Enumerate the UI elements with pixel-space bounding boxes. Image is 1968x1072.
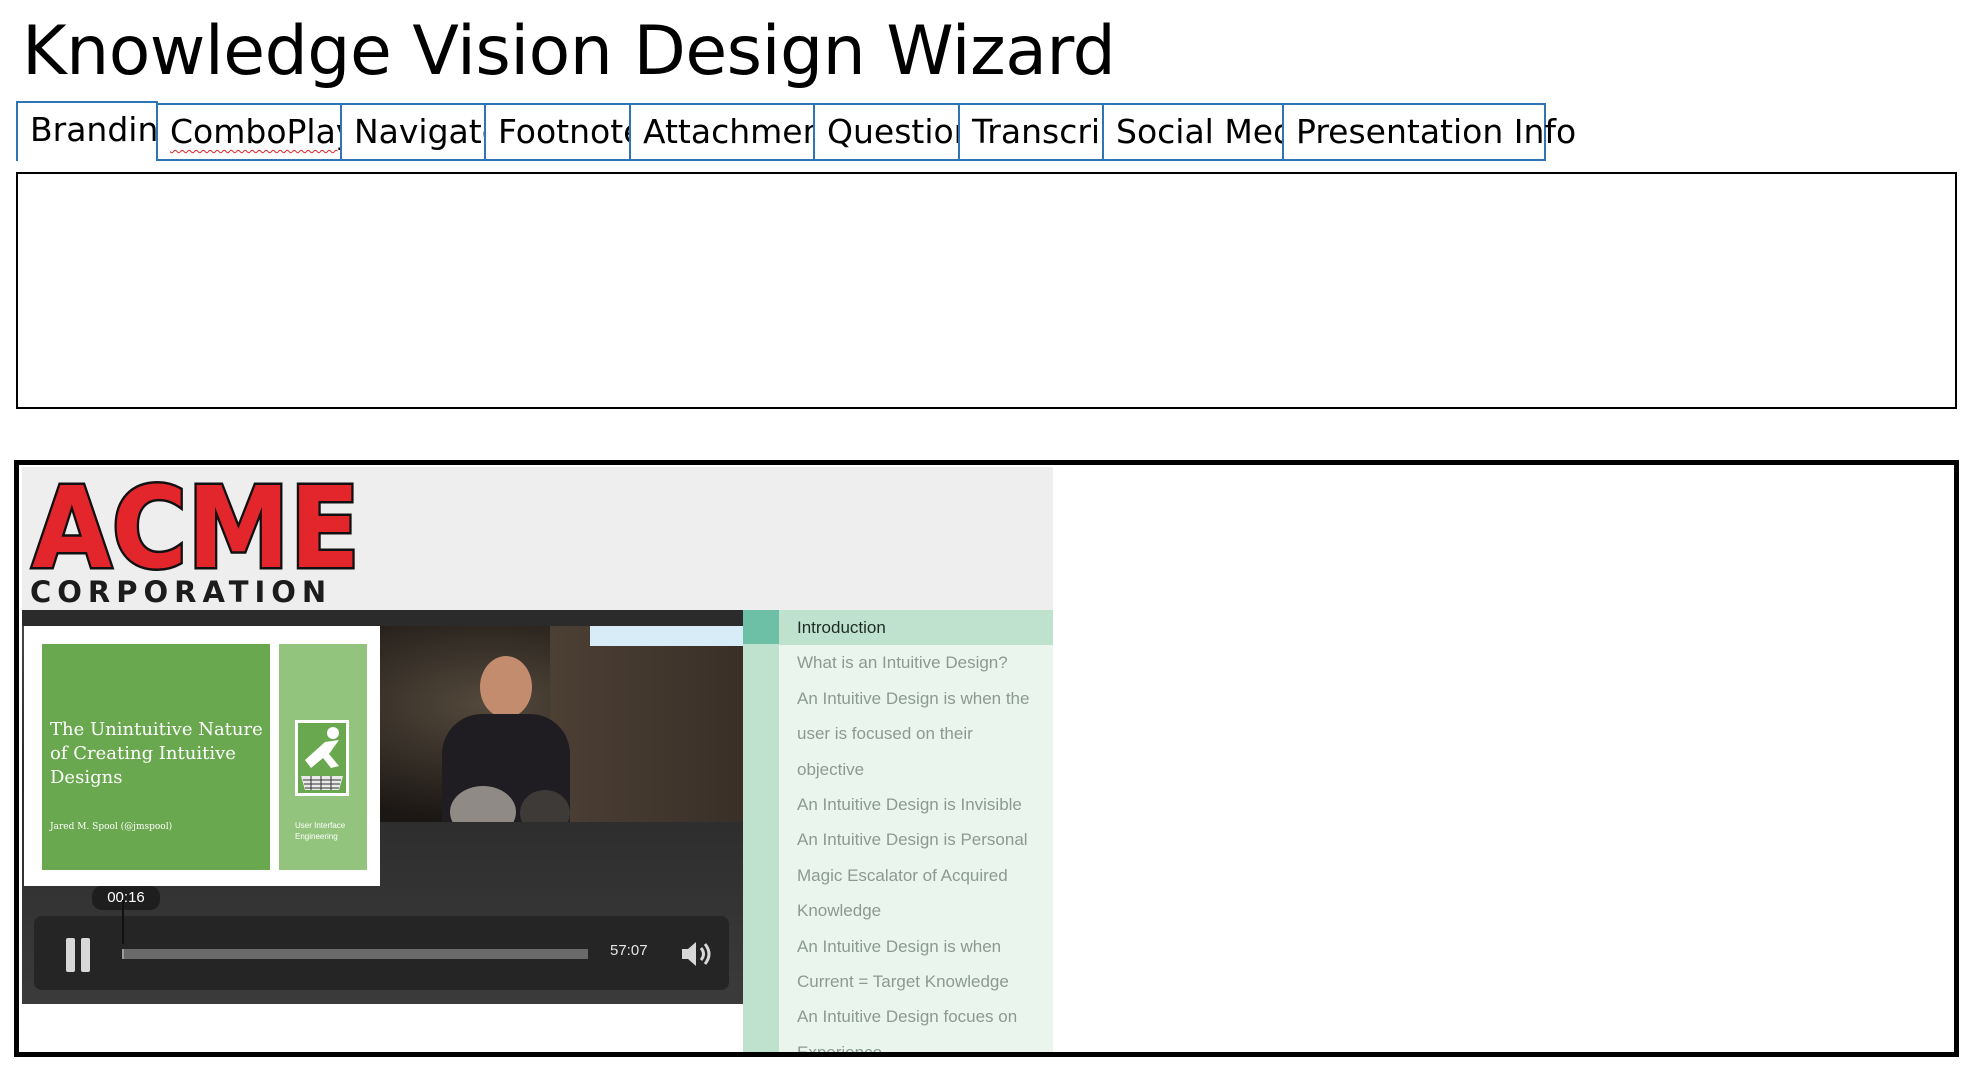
navigator-item[interactable]: Introduction	[779, 610, 1053, 646]
preview-panel: ACME CORPORATION The Unintuitive Nature …	[14, 460, 1959, 1057]
tab-presentation-info[interactable]: Presentation Info	[1282, 103, 1576, 161]
navigator-item[interactable]: Knowledge	[779, 893, 1053, 928]
tab-footnotes[interactable]: Footnotes	[484, 103, 661, 161]
tab-social-media[interactable]: Social Media	[1102, 103, 1323, 161]
navigator-item[interactable]: An Intuitive Design is when	[779, 929, 1053, 964]
navigator-item[interactable]: An Intuitive Design is Invisible	[779, 787, 1053, 822]
slide-view: The Unintuitive Nature of Creating Intui…	[24, 626, 380, 886]
navigator-chapter-bar	[743, 610, 779, 1052]
uie-logo-icon	[295, 720, 349, 796]
tab-transcript[interactable]: Transcript	[958, 103, 1134, 161]
volume-icon[interactable]	[680, 940, 714, 968]
tab-navigator[interactable]: Navigator	[340, 103, 515, 161]
navigator-item[interactable]: Current = Target Knowledge	[779, 964, 1053, 999]
tab-branding[interactable]: Branding	[16, 101, 179, 161]
navigator-item[interactable]: Magic Escalator of Acquired	[779, 858, 1053, 893]
navigator-item[interactable]: objective	[779, 752, 1053, 787]
navigator-list: Introduction What is an Intuitive Design?…	[779, 610, 1053, 1052]
stage-wall	[550, 626, 743, 822]
playhead-marker[interactable]	[122, 900, 124, 944]
progress-scrubber[interactable]	[122, 949, 588, 959]
speaker-head	[480, 656, 532, 718]
slide-author: Jared M. Spool (@jmspool)	[50, 822, 173, 832]
pause-icon[interactable]	[66, 938, 92, 972]
player-top-bar	[22, 610, 743, 626]
player-controls: 57:07	[34, 900, 729, 990]
navigator-item[interactable]: user is focused on their	[779, 716, 1053, 751]
navigator-item[interactable]: Experience	[779, 1035, 1053, 1052]
tab-question[interactable]: Question	[813, 103, 975, 161]
combo-player[interactable]: The Unintuitive Nature of Creating Intui…	[22, 610, 743, 1004]
tab-comboplayer[interactable]: ComboPlayer	[156, 103, 389, 161]
page-title: Knowledge Vision Design Wizard	[22, 12, 1116, 91]
duration-label: 57:07	[610, 942, 648, 959]
progress-fill	[122, 949, 125, 959]
slide-sidebar: User Interface Engineering	[279, 644, 367, 870]
logo-subtitle: CORPORATION	[30, 575, 333, 609]
current-time-tooltip: 00:16	[92, 886, 160, 910]
tab-label: Presentation Info	[1296, 112, 1577, 151]
navigator-item[interactable]: An Intuitive Design focues on	[779, 999, 1053, 1034]
slide-side-text: User Interface Engineering	[295, 821, 346, 841]
navigator-item[interactable]: An Intuitive Design is Personal	[779, 822, 1053, 857]
slide-title: The Unintuitive Nature of Creating Intui…	[50, 719, 263, 788]
navigator-item[interactable]: An Intuitive Design is when the	[779, 681, 1053, 716]
branding-banner: ACME CORPORATION	[22, 467, 1053, 610]
acme-logo: ACME	[30, 471, 363, 579]
logo-text: ACME	[32, 471, 360, 579]
tab-label: Question	[827, 112, 975, 151]
slide-main: The Unintuitive Nature of Creating Intui…	[42, 644, 270, 870]
navigator-panel: Introduction What is an Intuitive Design?…	[743, 610, 1053, 1052]
tab-bar: Branding ComboPlayer Navigator Footnotes…	[16, 101, 1946, 163]
tab-content-panel	[16, 172, 1957, 409]
projector-screen	[590, 626, 743, 646]
navigator-item[interactable]: What is an Intuitive Design?	[779, 645, 1053, 680]
tab-attachments[interactable]: Attachments	[629, 103, 854, 161]
speaker-video	[380, 626, 743, 822]
navigator-current-marker	[743, 610, 779, 644]
